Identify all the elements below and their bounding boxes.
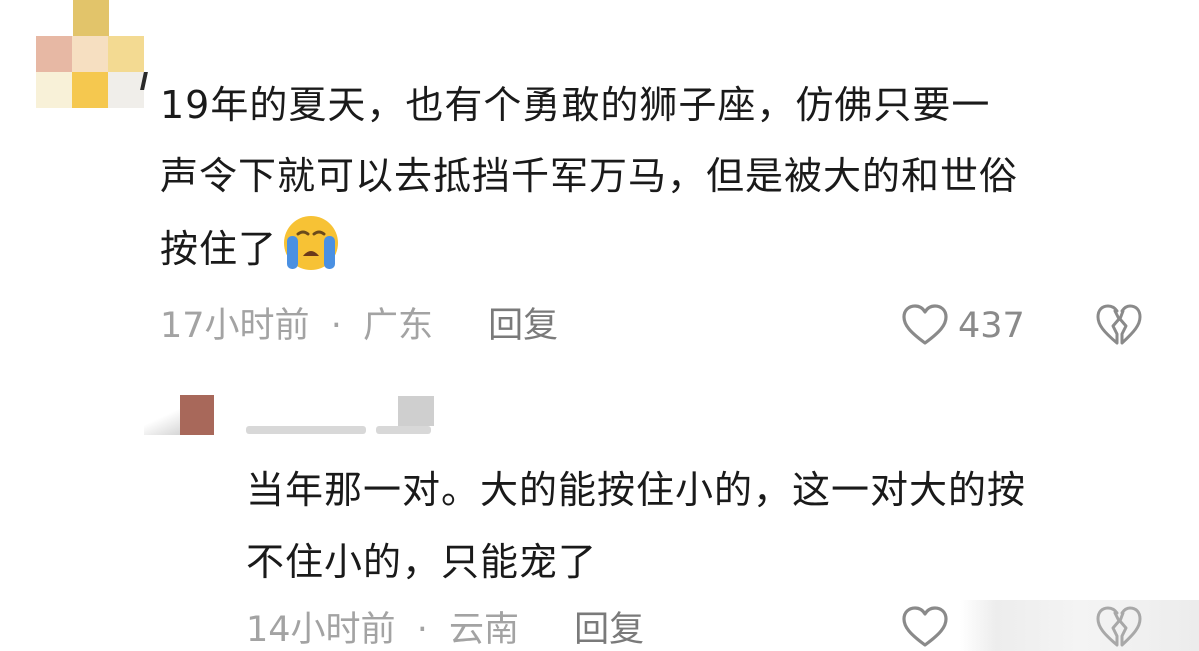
location: 云南 [448,610,519,650]
separator: · [330,306,342,346]
reply-avatar[interactable] [144,395,214,435]
reply-button[interactable]: 回复 [574,610,644,650]
timestamp: 14小时前 [246,610,396,650]
heart-icon[interactable] [902,606,948,648]
timestamp: 17小时前 [160,306,310,346]
location: 广东 [362,306,433,346]
heart-icon[interactable] [902,304,948,346]
avatar[interactable] [36,0,146,110]
broken-heart-icon[interactable] [1096,606,1142,648]
watermark-overlay [960,600,1199,651]
broken-heart-icon[interactable] [1096,304,1142,346]
reply-meta: 14小时前 · 云南 回复 [246,610,644,650]
comment-body: 19年的夏天，也有个勇敢的狮子座，仿佛只要一 声令下就可以去抵挡千军万马，但是被… [160,70,1170,285]
comment-meta: 17小时前 · 广东 回复 [160,306,558,346]
separator: · [416,610,428,650]
reply-text: 当年那一对。大的能按住小的，这一对大的按 不住小的，只能宠了 [246,468,1027,584]
crying-face-icon [281,212,341,272]
reply-body: 当年那一对。大的能按住小的，这一对大的按 不住小的，只能宠了 [246,454,1166,598]
reply-username-blurred [246,396,436,434]
reply-button[interactable]: 回复 [488,306,558,346]
like-count: 437 [958,306,1025,346]
